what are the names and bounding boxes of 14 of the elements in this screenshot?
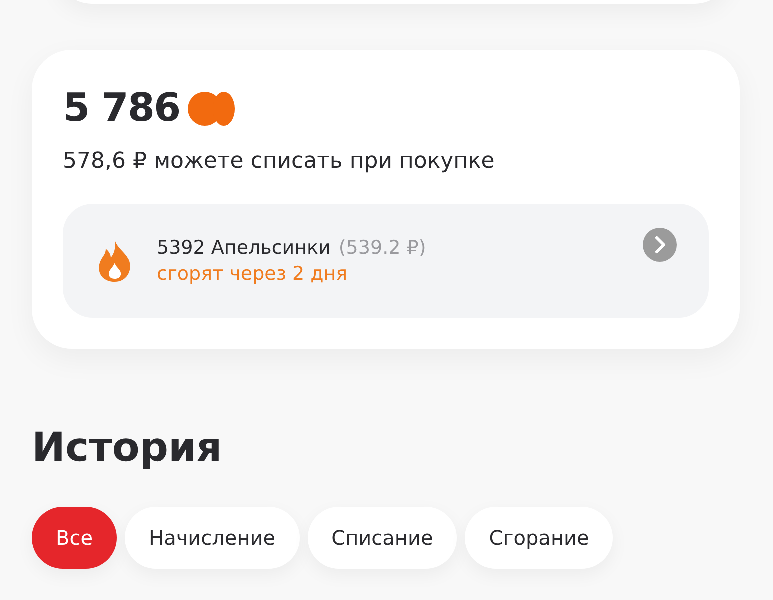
filter-chip[interactable]: Начисление (125, 507, 300, 569)
balance-subtitle: 578,6 ₽ можете списать при покупке (63, 149, 496, 174)
points-balance: 5 786 (63, 86, 180, 131)
filter-chip[interactable]: Списание (308, 507, 458, 569)
fire-icon (97, 239, 133, 283)
filter-chip[interactable]: Сгорание (465, 507, 614, 569)
expiry-note: сгорят через 2 дня (157, 263, 349, 285)
expiring-points: 5392 Апельсинки (157, 237, 331, 259)
history-heading: История (32, 425, 224, 471)
expiring-points-row[interactable]: 5392 Апельсинки (539.2 ₽) сгорят через 2 дня (63, 204, 709, 318)
filter-chip[interactable]: Все (32, 507, 118, 569)
chevron-right-icon (643, 228, 677, 262)
expiring-value: (539.2 ₽) (338, 237, 426, 259)
coin-icon (188, 90, 236, 126)
